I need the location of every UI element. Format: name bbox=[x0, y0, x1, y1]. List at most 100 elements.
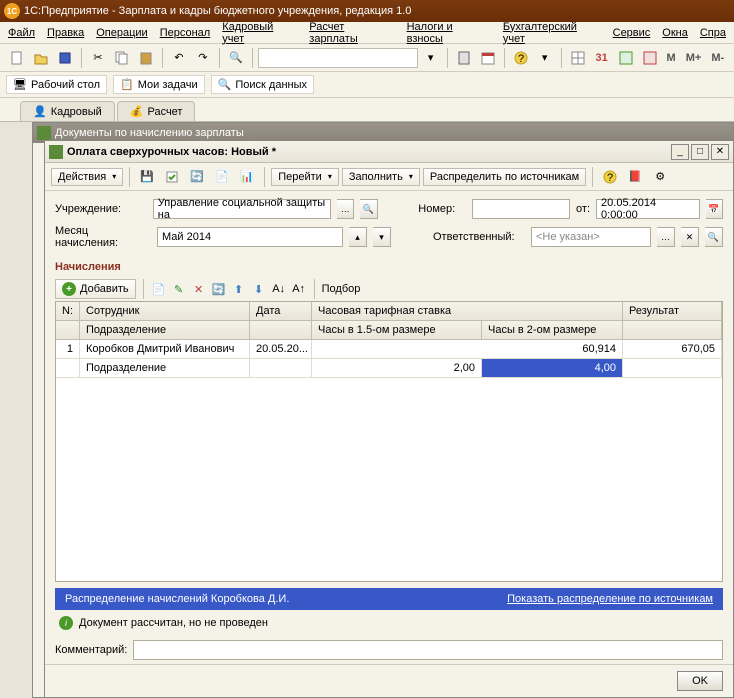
grid3-icon[interactable] bbox=[639, 47, 661, 69]
responsible-lookup-button[interactable]: 🔍 bbox=[705, 227, 723, 247]
col-h2[interactable]: Часы в 2-ом размере bbox=[482, 321, 623, 340]
cell-dept[interactable]: Подразделение bbox=[80, 359, 250, 378]
mplus-btn[interactable]: M+ bbox=[682, 52, 706, 64]
find-icon[interactable]: 🔍 bbox=[225, 47, 247, 69]
col-date[interactable]: Дата bbox=[250, 302, 312, 321]
col-num[interactable]: N: bbox=[56, 302, 80, 321]
menu-personnel[interactable]: Персонал bbox=[160, 27, 211, 39]
cell-date[interactable]: 20.05.20... bbox=[250, 340, 312, 359]
menu-payroll[interactable]: Расчет зарплаты bbox=[309, 21, 394, 45]
move-down-icon[interactable]: ⬇ bbox=[251, 281, 267, 297]
ok-button[interactable]: OK bbox=[677, 671, 723, 691]
cell-rate[interactable]: 60,914 bbox=[312, 340, 623, 359]
select-button[interactable]: Подбор bbox=[322, 283, 361, 295]
menu-operations[interactable]: Операции bbox=[96, 27, 147, 39]
structure-icon[interactable]: 📊 bbox=[236, 166, 258, 188]
menu-help[interactable]: Спра bbox=[700, 27, 726, 39]
copy-doc-icon[interactable]: 📄 bbox=[211, 166, 233, 188]
maximize-button[interactable]: □ bbox=[691, 144, 709, 160]
cut-icon[interactable]: ✂ bbox=[87, 47, 109, 69]
tab-payroll[interactable]: 💰Расчет bbox=[117, 101, 196, 121]
close-button[interactable]: ✕ bbox=[711, 144, 729, 160]
menu-service[interactable]: Сервис bbox=[613, 27, 651, 39]
menu-windows[interactable]: Окна bbox=[662, 27, 688, 39]
menu-taxes[interactable]: Налоги и взносы bbox=[407, 21, 491, 45]
grid2-icon[interactable] bbox=[615, 47, 637, 69]
nav-desktop[interactable]: 🖥 Рабочий стол bbox=[6, 75, 107, 94]
col-dept[interactable]: Подразделение bbox=[80, 321, 250, 340]
cell-result[interactable]: 670,05 bbox=[623, 340, 722, 359]
save-doc-icon[interactable]: 💾 bbox=[136, 166, 158, 188]
cell-num[interactable]: 1 bbox=[56, 340, 80, 359]
document-titlebar[interactable]: Оплата сверхурочных часов: Новый * _ □ ✕ bbox=[45, 141, 733, 163]
m-btn[interactable]: M bbox=[663, 52, 680, 64]
calendar-icon[interactable] bbox=[477, 47, 499, 69]
redo-icon[interactable]: ↷ bbox=[192, 47, 214, 69]
minimize-button[interactable]: _ bbox=[671, 144, 689, 160]
cell-h15[interactable]: 2,00 bbox=[312, 359, 482, 378]
date-field[interactable]: 20.05.2014 0:00:00 bbox=[596, 199, 700, 219]
goto-menu[interactable]: Перейти bbox=[271, 168, 339, 186]
post-icon[interactable] bbox=[161, 166, 183, 188]
menu-accounting[interactable]: Бухгалтерский учет bbox=[503, 21, 601, 45]
undo-icon[interactable]: ↶ bbox=[168, 47, 190, 69]
show-distribution-link[interactable]: Показать распределение по источникам bbox=[507, 593, 713, 605]
add-copy-icon[interactable]: 📄 bbox=[151, 281, 167, 297]
col-result[interactable]: Результат bbox=[623, 302, 722, 321]
date-picker-button[interactable]: 📅 bbox=[706, 199, 723, 219]
help-dropdown-icon[interactable]: ▾ bbox=[534, 47, 556, 69]
fill-menu[interactable]: Заполнить bbox=[342, 168, 420, 186]
comment-input[interactable] bbox=[133, 640, 723, 660]
org-field[interactable]: Управление социальной защиты на bbox=[153, 199, 331, 219]
org-lookup-button[interactable]: 🔍 bbox=[360, 199, 377, 219]
distribute-button[interactable]: Распределить по источникам bbox=[423, 168, 586, 186]
col-h15[interactable]: Часы в 1.5-ом размере bbox=[312, 321, 482, 340]
search-dropdown-icon[interactable]: ▾ bbox=[420, 47, 442, 69]
tab-hr[interactable]: 👤Кадровый bbox=[20, 101, 115, 121]
paste-icon[interactable] bbox=[135, 47, 157, 69]
nav-tasks[interactable]: 📋 Мои задачи bbox=[113, 75, 205, 94]
responsible-field[interactable]: <Не указан> bbox=[531, 227, 651, 247]
menu-file[interactable]: Файл bbox=[8, 27, 35, 39]
settings-icon[interactable]: ⚙ bbox=[649, 166, 671, 188]
menu-edit[interactable]: Правка bbox=[47, 27, 84, 39]
col-employee[interactable]: Сотрудник bbox=[80, 302, 250, 321]
calc-icon[interactable] bbox=[453, 47, 475, 69]
nav-search[interactable]: 🔍 Поиск данных bbox=[211, 75, 314, 94]
edit-icon[interactable]: ✎ bbox=[171, 281, 187, 297]
save-icon[interactable] bbox=[54, 47, 76, 69]
distribute-label: Распределить по источникам bbox=[430, 171, 579, 183]
move-up-icon[interactable]: ⬆ bbox=[231, 281, 247, 297]
month-down-button[interactable]: ▾ bbox=[373, 227, 391, 247]
actions-menu[interactable]: Действия bbox=[51, 168, 123, 186]
book-icon[interactable]: 📕 bbox=[624, 166, 646, 188]
menu-hr[interactable]: Кадровый учет bbox=[222, 21, 297, 45]
number-field[interactable] bbox=[472, 199, 570, 219]
sort-desc-icon[interactable]: A↑ bbox=[291, 281, 307, 297]
doc-list-title: Документы по начислению зарплаты bbox=[55, 127, 244, 139]
date31-icon[interactable]: 31 bbox=[591, 47, 613, 69]
sort-asc-icon[interactable]: A↓ bbox=[271, 281, 287, 297]
month-field[interactable]: Май 2014 bbox=[157, 227, 343, 247]
table-row[interactable]: Подразделение 2,00 4,00 bbox=[56, 359, 722, 378]
mminus-btn[interactable]: M- bbox=[707, 52, 728, 64]
refresh-grid-icon[interactable]: 🔄 bbox=[211, 281, 227, 297]
add-button[interactable]: + Добавить bbox=[55, 279, 136, 299]
new-icon[interactable] bbox=[6, 47, 28, 69]
help-icon[interactable]: ? bbox=[510, 47, 532, 69]
delete-icon[interactable]: ✕ bbox=[191, 281, 207, 297]
responsible-ellipsis-button[interactable]: … bbox=[657, 227, 675, 247]
open-icon[interactable] bbox=[30, 47, 52, 69]
grid1-icon[interactable] bbox=[567, 47, 589, 69]
table-row[interactable]: 1 Коробков Дмитрий Иванович 20.05.20... … bbox=[56, 340, 722, 359]
copy-icon[interactable] bbox=[111, 47, 133, 69]
cell-h2[interactable]: 4,00 bbox=[482, 359, 623, 378]
help-doc-icon[interactable]: ? bbox=[599, 166, 621, 188]
month-up-button[interactable]: ▴ bbox=[349, 227, 367, 247]
col-rate[interactable]: Часовая тарифная ставка bbox=[312, 302, 623, 321]
search-input[interactable] bbox=[258, 48, 418, 68]
responsible-clear-button[interactable]: ✕ bbox=[681, 227, 699, 247]
org-ellipsis-button[interactable]: … bbox=[337, 199, 354, 219]
cell-employee[interactable]: Коробков Дмитрий Иванович bbox=[80, 340, 250, 359]
refresh-icon[interactable]: 🔄 bbox=[186, 166, 208, 188]
